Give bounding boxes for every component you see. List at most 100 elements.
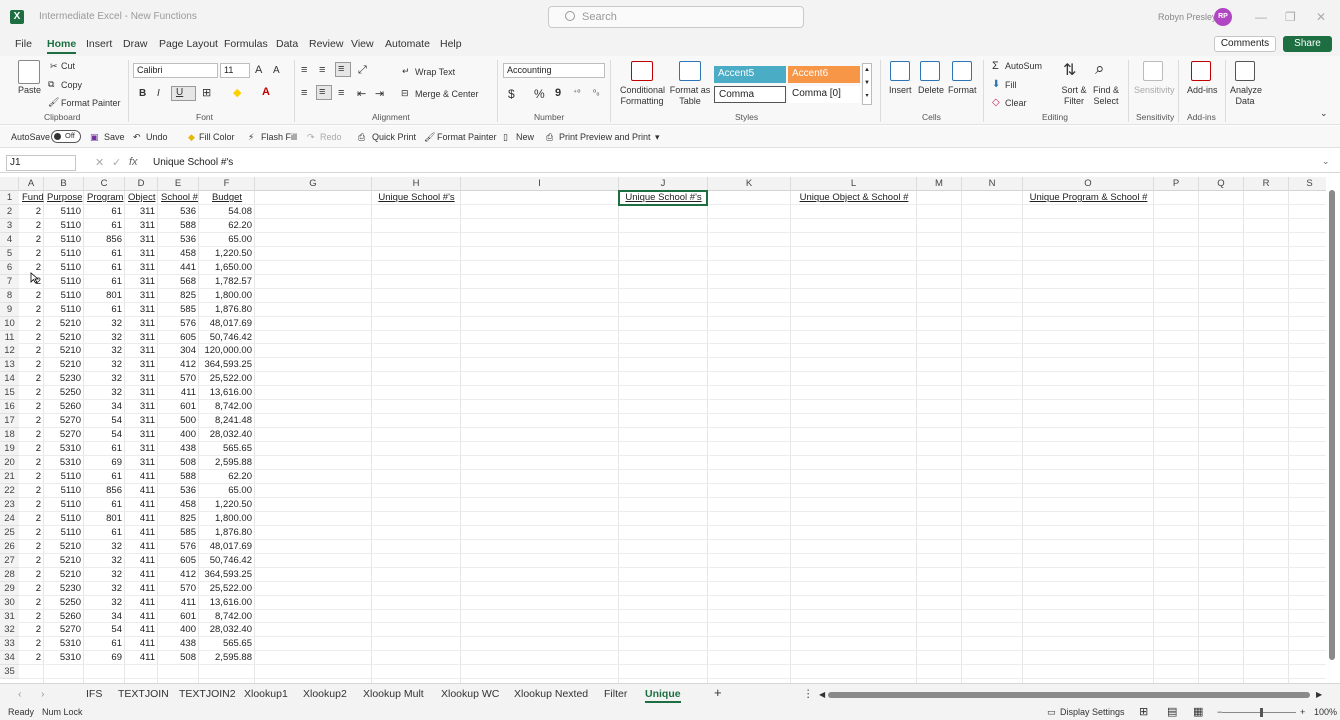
column-header-g[interactable]: G (255, 177, 372, 191)
cell-a2[interactable]: 2 (19, 205, 44, 219)
format-as-table-button[interactable]: Format as Table (669, 85, 711, 107)
row-header[interactable]: 15 (0, 386, 19, 401)
add-sheet-icon[interactable]: + (714, 685, 722, 700)
cell-f13[interactable]: 364,593.25 (199, 358, 255, 372)
cell-f5[interactable]: 1,220.50 (199, 247, 255, 261)
document-title[interactable]: Intermediate Excel - New Functions (39, 11, 197, 22)
cell-a12[interactable]: 2 (19, 344, 44, 358)
cell-d29[interactable]: 411 (125, 582, 158, 596)
insert-cells-button[interactable]: Insert (889, 85, 912, 95)
cell-b32[interactable]: 5270 (44, 623, 84, 637)
column-header-i[interactable]: I (461, 177, 619, 191)
cell-a9[interactable]: 2 (19, 303, 44, 317)
cell-f31[interactable]: 8,742.00 (199, 610, 255, 624)
cell-b7[interactable]: 5110 (44, 275, 84, 289)
cell-b6[interactable]: 5110 (44, 261, 84, 275)
cell-f21[interactable]: 62.20 (199, 470, 255, 484)
copy-button[interactable]: Copy (61, 80, 82, 90)
tab-help[interactable]: Help (440, 38, 462, 50)
cell-a27[interactable]: 2 (19, 554, 44, 568)
save-icon[interactable]: ▣ (90, 132, 99, 143)
sheet-tab-xlookup-nexted[interactable]: Xlookup Nexted (514, 688, 588, 700)
row-header[interactable]: 2 (0, 204, 19, 219)
row-header[interactable]: 18 (0, 428, 19, 443)
addins-button[interactable]: Add-ins (1187, 85, 1218, 95)
cancel-icon[interactable]: ✕ (95, 156, 104, 169)
sheet-tab-xlookup-mult[interactable]: Xlookup Mult (363, 688, 424, 700)
column-header-s[interactable]: S (1289, 177, 1326, 191)
cell-b26[interactable]: 5210 (44, 540, 84, 554)
cell-e22[interactable]: 536 (158, 484, 199, 498)
cell-b24[interactable]: 5110 (44, 512, 84, 526)
cell-e17[interactable]: 500 (158, 414, 199, 428)
cell-f15[interactable]: 13,616.00 (199, 386, 255, 400)
cell-c20[interactable]: 69 (84, 456, 125, 470)
cell-d16[interactable]: 311 (125, 400, 158, 414)
save-button[interactable]: Save (104, 132, 125, 142)
cell-a32[interactable]: 2 (19, 623, 44, 637)
row-header[interactable]: 3 (0, 218, 19, 233)
cell-f27[interactable]: 50,746.42 (199, 554, 255, 568)
format-painter-qat-button[interactable]: Format Painter (437, 132, 497, 142)
align-right-icon[interactable]: ≡ (338, 87, 344, 99)
format-cells-button[interactable]: Format (948, 85, 977, 95)
column-header-a[interactable]: A (19, 177, 44, 191)
align-middle-icon[interactable]: ≡ (319, 64, 325, 76)
cell-e19[interactable]: 438 (158, 442, 199, 456)
insert-cells-icon[interactable] (890, 61, 910, 81)
column-header-b[interactable]: B (44, 177, 84, 191)
cell-d31[interactable]: 411 (125, 610, 158, 624)
row-header[interactable]: 22 (0, 483, 19, 498)
cell-f16[interactable]: 8,742.00 (199, 400, 255, 414)
column-header-j[interactable]: J (619, 177, 708, 191)
cell-b13[interactable]: 5210 (44, 358, 84, 372)
sheet-tab-xlookup1[interactable]: Xlookup1 (244, 688, 288, 700)
column-header-k[interactable]: K (708, 177, 791, 191)
cell-f11[interactable]: 50,746.42 (199, 331, 255, 345)
format-painter-qat-icon[interactable]: 🖌 (424, 132, 435, 143)
vertical-scrollbar[interactable] (1328, 180, 1336, 680)
font-size-select[interactable]: 11 (220, 63, 250, 78)
cell-c18[interactable]: 54 (84, 428, 125, 442)
column-header-e[interactable]: E (158, 177, 199, 191)
cell-b4[interactable]: 5110 (44, 233, 84, 247)
redo-icon[interactable]: ↷ (307, 132, 315, 143)
cell-b27[interactable]: 5210 (44, 554, 84, 568)
maximize-icon[interactable]: ❐ (1285, 10, 1296, 24)
cell-c7[interactable]: 61 (84, 275, 125, 289)
cell-b5[interactable]: 5110 (44, 247, 84, 261)
cell-a34[interactable]: 2 (19, 651, 44, 665)
cell-b11[interactable]: 5210 (44, 331, 84, 345)
row-header[interactable]: 14 (0, 372, 19, 387)
cell-a23[interactable]: 2 (19, 498, 44, 512)
cell-b8[interactable]: 5110 (44, 289, 84, 303)
fill-icon[interactable]: ⬇ (992, 79, 1000, 90)
cut-icon[interactable]: ✂ (50, 61, 58, 72)
font-name-select[interactable]: Calibri (133, 63, 218, 78)
cell-d30[interactable]: 411 (125, 596, 158, 610)
cell-b20[interactable]: 5310 (44, 456, 84, 470)
cell-c2[interactable]: 61 (84, 205, 125, 219)
zoom-in-icon[interactable]: + (1300, 707, 1305, 717)
cell-d24[interactable]: 411 (125, 512, 158, 526)
print-preview-button[interactable]: Print Preview and Print (559, 132, 651, 142)
cell-a15[interactable]: 2 (19, 386, 44, 400)
display-settings-button[interactable]: Display Settings (1060, 707, 1125, 717)
column-header-m[interactable]: M (917, 177, 962, 191)
row-header[interactable]: 27 (0, 553, 19, 568)
cell-d2[interactable]: 311 (125, 205, 158, 219)
cell-e7[interactable]: 568 (158, 275, 199, 289)
page-break-view-icon[interactable]: ▦ (1193, 705, 1203, 718)
fill-color-qat-icon[interactable]: ◆ (188, 132, 195, 143)
cell-d5[interactable]: 311 (125, 247, 158, 261)
cell-b34[interactable]: 5310 (44, 651, 84, 665)
cell-b15[interactable]: 5250 (44, 386, 84, 400)
cell-f7[interactable]: 1,782.57 (199, 275, 255, 289)
cell-d12[interactable]: 311 (125, 344, 158, 358)
cell-e11[interactable]: 605 (158, 331, 199, 345)
sheet-tab-unique[interactable]: Unique (645, 688, 681, 703)
align-top-icon[interactable]: ≡ (301, 64, 307, 76)
cell-a14[interactable]: 2 (19, 372, 44, 386)
cell-c6[interactable]: 61 (84, 261, 125, 275)
page-layout-view-icon[interactable]: ▤ (1167, 705, 1177, 718)
